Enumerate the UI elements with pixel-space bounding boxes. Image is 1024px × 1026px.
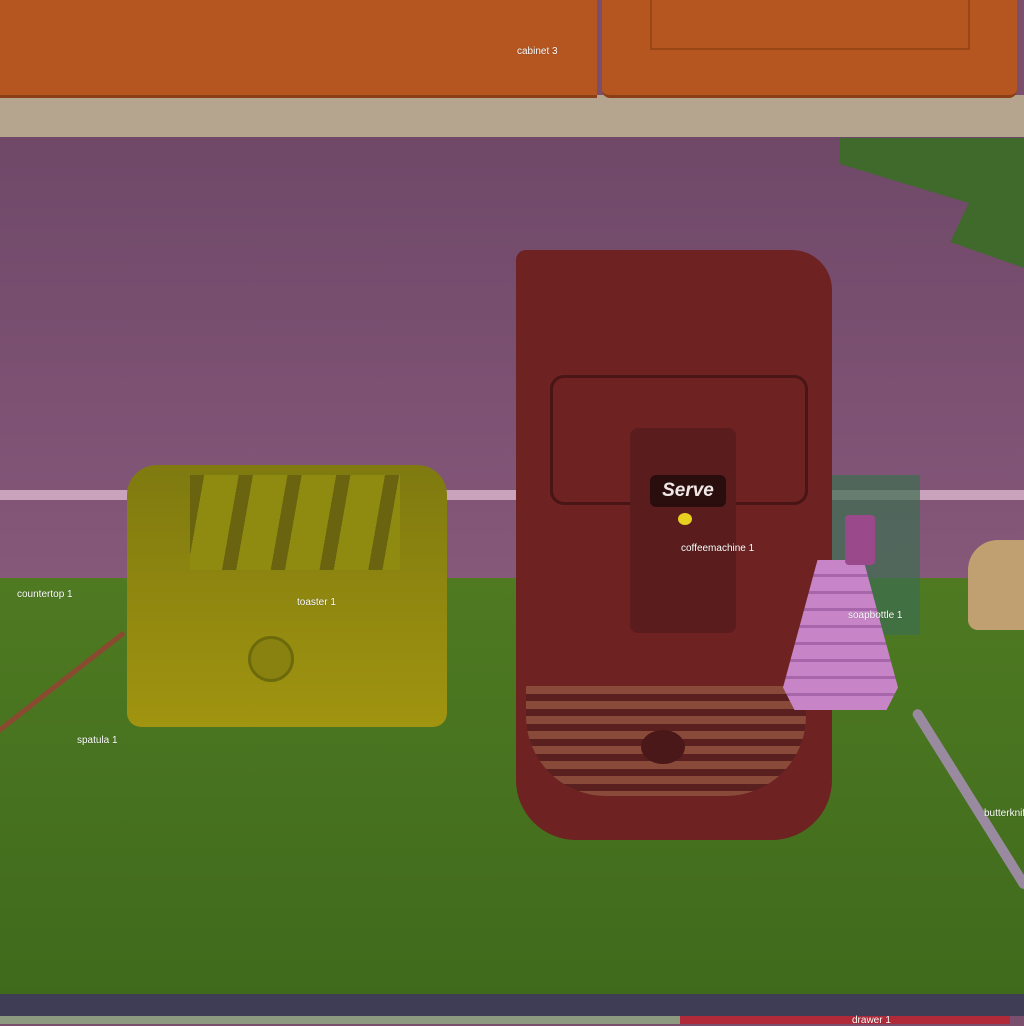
toaster-knob[interactable] xyxy=(248,636,294,682)
kettle[interactable] xyxy=(968,540,1024,630)
cabinet-panel xyxy=(650,0,970,50)
label-drawer: drawer 1 xyxy=(852,1015,891,1026)
label-soapbottle: soapbottle 1 xyxy=(848,610,903,621)
label-toaster: toaster 1 xyxy=(297,597,336,608)
label-countertop: countertop 1 xyxy=(17,589,73,600)
label-spatula: spatula 1 xyxy=(77,735,118,746)
counter-edge xyxy=(0,994,1024,1016)
coffee-spout xyxy=(630,428,736,633)
label-butterknife: butterknife 1 xyxy=(984,808,1024,819)
soap-pump[interactable] xyxy=(845,515,875,565)
toaster-slots xyxy=(190,475,400,570)
coffee-display: Serve xyxy=(650,475,726,507)
status-light xyxy=(678,513,692,525)
label-coffeemachine: coffeemachine 1 xyxy=(681,543,755,554)
drawer-left xyxy=(0,1016,680,1024)
label-cabinet: cabinet 3 xyxy=(517,46,558,57)
cabinet[interactable] xyxy=(0,0,597,98)
drawer[interactable] xyxy=(680,1016,1010,1024)
under-cabinet xyxy=(0,95,1024,137)
drain-hole xyxy=(641,730,685,764)
